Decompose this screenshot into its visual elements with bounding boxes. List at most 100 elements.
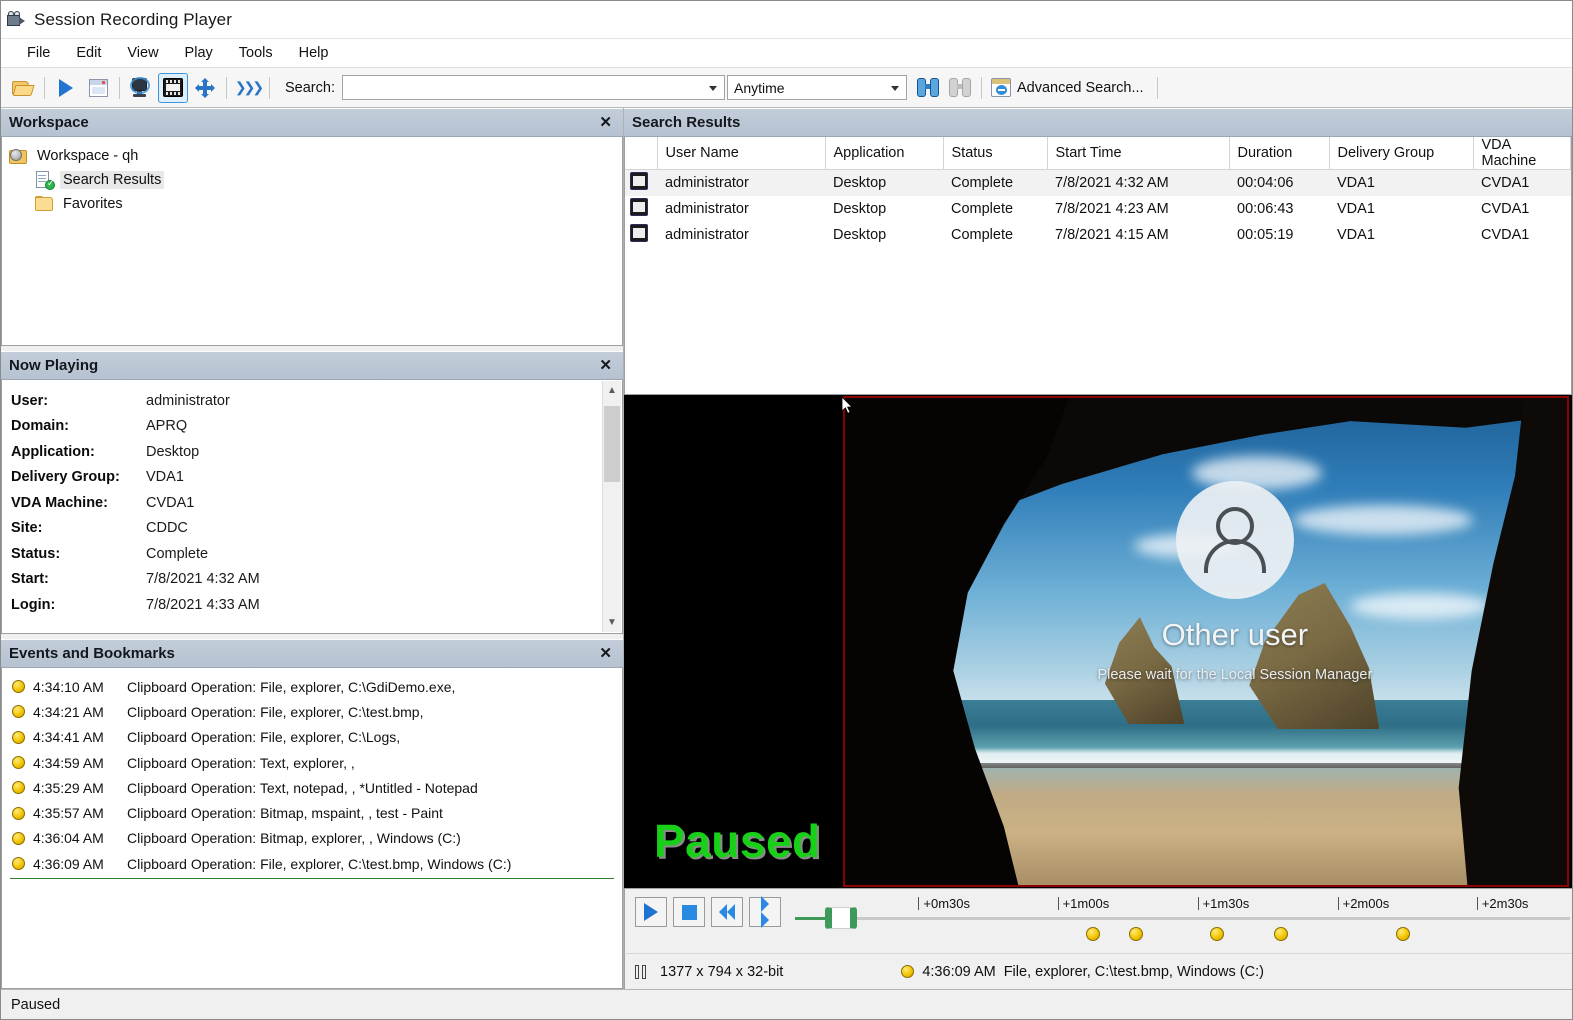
column-header-start-time[interactable]: Start Time (1047, 137, 1229, 170)
timeline-tick: +2m00s (1343, 896, 1390, 911)
table-row[interactable]: administrator Desktop Complete 7/8/2021 … (625, 170, 1571, 196)
now-playing-scrollbar[interactable]: ▲ ▼ (602, 381, 621, 632)
tree-item-search-results[interactable]: Search Results (9, 168, 622, 192)
column-header-user-name[interactable]: User Name (657, 137, 825, 170)
table-row[interactable]: administrator Desktop Complete 7/8/2021 … (625, 196, 1571, 222)
advanced-search-label: Advanced Search... (1017, 80, 1144, 96)
forward-button[interactable] (749, 897, 781, 927)
now-playing-row: Delivery Group:VDA1 (11, 465, 622, 491)
close-icon[interactable]: ✕ (597, 358, 614, 373)
field-value: 7/8/2021 4:32 AM (146, 571, 260, 587)
timeline-thumb[interactable] (825, 907, 857, 929)
pan-move-button[interactable] (190, 73, 220, 103)
cell-user-name: administrator (657, 222, 825, 248)
event-row[interactable]: 4:34:21 AMClipboard Operation: File, exp… (2, 699, 622, 724)
film-strip-button[interactable] (158, 73, 188, 103)
window-title: Session Recording Player (34, 10, 232, 30)
chevron-down-icon[interactable] (709, 86, 717, 91)
scroll-up-icon[interactable]: ▲ (603, 381, 621, 400)
time-filter-select[interactable]: Anytime (727, 75, 907, 100)
events-list: 4:34:10 AMClipboard Operation: File, exp… (2, 668, 622, 879)
timeline-event-marker[interactable] (1086, 927, 1100, 941)
left-dock-column: Workspace ✕ Workspace - qh (1, 108, 623, 989)
paused-overlay-label: Paused (654, 814, 821, 868)
close-icon[interactable]: ✕ (597, 115, 614, 130)
event-row[interactable]: 4:36:09 AMClipboard Operation: File, exp… (2, 851, 622, 876)
event-text: Clipboard Operation: Bitmap, mspaint, , … (127, 805, 443, 821)
cell-application: Desktop (825, 196, 943, 222)
open-file-button[interactable] (8, 73, 38, 103)
stop-icon (682, 905, 697, 920)
timeline-event-marker[interactable] (1210, 927, 1224, 941)
search-input[interactable] (342, 75, 725, 100)
column-header-vda-machine[interactable]: VDA Machine (1473, 137, 1571, 170)
event-time: 4:34:41 AM (33, 729, 119, 745)
open-file-icon (12, 79, 34, 97)
chevron-down-icon[interactable] (891, 86, 899, 91)
workspace-panel-header: Workspace ✕ (1, 108, 623, 137)
find-button[interactable] (913, 73, 943, 103)
now-playing-fields: User:administrator Domain:APRQ Applicati… (2, 380, 622, 618)
advanced-search-button[interactable]: Advanced Search... (987, 76, 1152, 99)
play-button[interactable] (635, 897, 667, 927)
search-results-body: User Name Application Status Start Time … (624, 137, 1572, 395)
fast-forward-button[interactable]: ❯❯❯ (233, 73, 263, 103)
column-header-delivery-group[interactable]: Delivery Group (1329, 137, 1473, 170)
column-header-status[interactable]: Status (943, 137, 1047, 170)
column-header-application[interactable]: Application (825, 137, 943, 170)
event-row[interactable]: 4:35:29 AMClipboard Operation: Text, not… (2, 775, 622, 800)
event-row[interactable]: 4:35:57 AMClipboard Operation: Bitmap, m… (2, 800, 622, 825)
scrollbar-thumb[interactable] (604, 406, 620, 482)
menu-tools[interactable]: Tools (226, 41, 286, 65)
session-video-viewport[interactable]: Other user Please wait for the Local Ses… (624, 395, 1572, 888)
table-header-row: User Name Application Status Start Time … (625, 137, 1571, 170)
timeline-event-marker[interactable] (1396, 927, 1410, 941)
event-row[interactable]: 4:34:10 AMClipboard Operation: File, exp… (2, 674, 622, 699)
record-device-button[interactable] (126, 73, 156, 103)
pause-icon (635, 965, 646, 979)
timeline-event-marker[interactable] (1274, 927, 1288, 941)
scroll-down-icon[interactable]: ▼ (603, 613, 621, 632)
tree-item-favorites[interactable]: Favorites (9, 192, 622, 216)
stop-button[interactable] (673, 897, 705, 927)
now-playing-panel-header: Now Playing ✕ (1, 351, 623, 380)
close-icon[interactable]: ✕ (597, 646, 614, 661)
menu-edit[interactable]: Edit (63, 41, 114, 65)
column-header-duration[interactable]: Duration (1229, 137, 1329, 170)
now-playing-row: User:administrator (11, 388, 622, 414)
main-body: Workspace ✕ Workspace - qh (1, 108, 1572, 989)
timeline-event-marker[interactable] (1129, 927, 1143, 941)
field-label: Status: (11, 546, 146, 562)
event-marker-icon (12, 832, 25, 845)
timeline-track[interactable] (795, 917, 1570, 920)
now-playing-panel: Now Playing ✕ User:administrator Domain:… (1, 351, 623, 634)
field-label: VDA Machine: (11, 495, 146, 511)
window-view-button[interactable] (83, 73, 113, 103)
menu-file[interactable]: File (14, 41, 63, 65)
event-row[interactable]: 4:34:41 AMClipboard Operation: File, exp… (2, 725, 622, 750)
menu-help[interactable]: Help (286, 41, 342, 65)
event-text: Clipboard Operation: Bitmap, explorer, ,… (127, 830, 461, 846)
login-block: Other user Please wait for the Local Ses… (845, 481, 1567, 683)
table-row[interactable]: administrator Desktop Complete 7/8/2021 … (625, 222, 1571, 248)
play-button[interactable] (51, 73, 81, 103)
now-playing-row: Application:Desktop (11, 439, 622, 465)
current-event-time: 4:36:09 AM (922, 964, 995, 980)
timeline-area[interactable]: +0m30s +1m00s +1m30s +2m00s +2m30s (781, 889, 1572, 953)
row-icon-cell (625, 222, 657, 248)
rewind-button[interactable] (711, 897, 743, 927)
cell-start-time: 7/8/2021 4:23 AM (1047, 196, 1229, 222)
menu-view[interactable]: View (114, 41, 171, 65)
field-label: Domain: (11, 418, 146, 434)
event-text: Clipboard Operation: Text, explorer, , (127, 755, 355, 771)
field-label: User: (11, 393, 146, 409)
scrollbar-track[interactable] (603, 400, 621, 613)
toolbar-separator (44, 77, 45, 99)
menu-play[interactable]: Play (172, 41, 226, 65)
event-row[interactable]: 4:34:59 AMClipboard Operation: Text, exp… (2, 750, 622, 775)
tree-item-workspace[interactable]: Workspace - qh (9, 144, 622, 168)
event-row[interactable]: 4:36:04 AMClipboard Operation: Bitmap, e… (2, 826, 622, 851)
other-user-label: Other user (1162, 617, 1308, 653)
now-playing-row: Status:Complete (11, 541, 622, 567)
cell-delivery-group: VDA1 (1329, 222, 1473, 248)
